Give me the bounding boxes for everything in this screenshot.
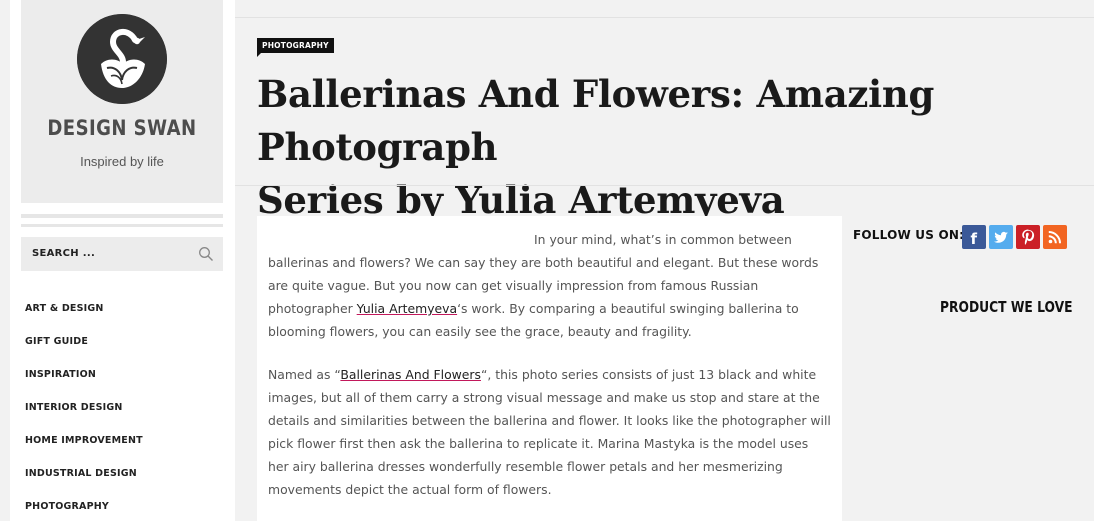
facebook-icon[interactable]: f <box>962 225 986 249</box>
breadcrumb-bar <box>235 0 1094 18</box>
divider <box>21 224 223 227</box>
category-nav: ART & DESIGN GIFT GUIDE INSPIRATION INTE… <box>25 303 143 521</box>
twitter-icon[interactable] <box>989 225 1013 249</box>
article-paragraph: In your mind, what’s in common between b… <box>268 228 831 343</box>
nav-item-home-improvement[interactable]: HOME IMPROVEMENT <box>25 435 143 468</box>
paragraph-text: “, this photo series consists of just 13… <box>268 367 831 497</box>
search-icon[interactable] <box>198 246 214 262</box>
sidebar: DESIGN SWAN Inspired by life SEARCH ... … <box>10 0 235 521</box>
site-tagline: Inspired by life <box>80 154 164 169</box>
nav-item-industrial-design[interactable]: INDUSTRIAL DESIGN <box>25 468 143 501</box>
nav-item-interior-design[interactable]: INTERIOR DESIGN <box>25 402 143 435</box>
search-input[interactable]: SEARCH ... <box>21 237 223 271</box>
site-name[interactable]: DESIGN SWAN <box>35 116 209 140</box>
rss-icon[interactable] <box>1043 225 1067 249</box>
nav-item-photography[interactable]: PHOTOGRAPHY <box>25 501 143 521</box>
paragraph-text: Named as “ <box>268 367 341 382</box>
main-content: PHOTOGRAPHY Ballerinas And Flowers: Amaz… <box>235 0 1094 521</box>
article-paragraph: Named as “Ballerinas And Flowers“, this … <box>268 363 831 501</box>
divider <box>21 214 223 218</box>
search-placeholder: SEARCH ... <box>32 248 96 259</box>
post-title-line-1: Ballerinas And Flowers: Amazing Photogra… <box>257 72 935 169</box>
swan-logo-icon[interactable] <box>77 14 167 104</box>
nav-item-art-design[interactable]: ART & DESIGN <box>25 303 143 336</box>
article-body: In your mind, what’s in common between b… <box>257 216 842 521</box>
series-link[interactable]: Ballerinas And Flowers <box>340 367 481 382</box>
post-title: Ballerinas And Flowers: Amazing Photogra… <box>257 68 1087 227</box>
follow-us-label: FOLLOW US ON: <box>853 228 965 242</box>
facebook-glyph: f <box>971 230 978 248</box>
category-badge[interactable]: PHOTOGRAPHY <box>257 38 334 53</box>
photographer-link[interactable]: Yulia Artemyeva <box>357 301 457 316</box>
nav-item-inspiration[interactable]: INSPIRATION <box>25 369 143 402</box>
pinterest-icon[interactable] <box>1016 225 1040 249</box>
divider <box>235 185 1094 186</box>
nav-item-gift-guide[interactable]: GIFT GUIDE <box>25 336 143 369</box>
badge-tail <box>257 53 261 57</box>
brand-box: DESIGN SWAN Inspired by life <box>21 0 223 203</box>
product-we-love-heading: PRODUCT WE LOVE <box>940 298 1073 316</box>
